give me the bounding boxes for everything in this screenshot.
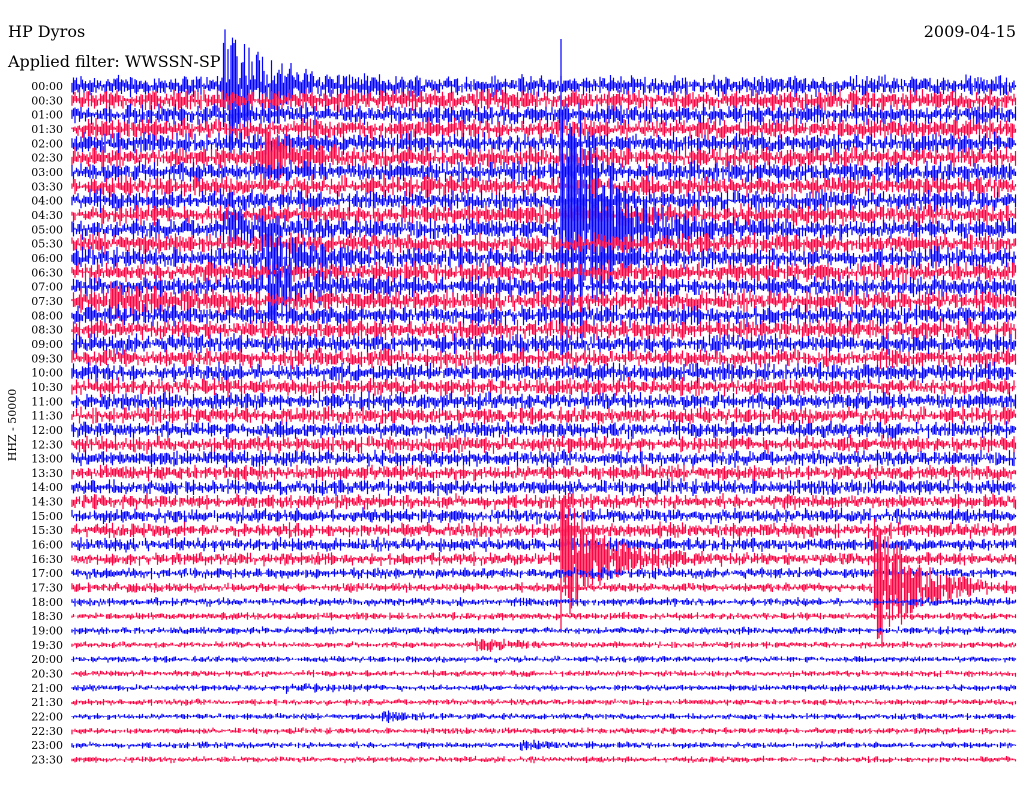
row-time-label: 22:00 [31,711,63,724]
row-time-label: 20:00 [31,653,63,666]
row-time-label: 10:00 [31,367,63,380]
row-time-label: 21:00 [31,682,63,695]
helicorder-plot: 00:00 00:30 01:00 01:30 02:00 02:30 03:00 03:30… [0,0,1024,780]
row-time-label: 01:00 [31,109,63,122]
row-time-label: 13:30 [31,467,63,480]
row-time-label: 19:30 [31,639,63,652]
filter-label: Applied filter: WWSSN-SP [7,52,221,71]
row-time-label: 19:00 [31,625,63,638]
row-time-label: 14:00 [31,481,63,494]
row-time-label: 10:30 [31,381,63,394]
row-time-label: 07:30 [31,295,63,308]
row-time-label: 05:30 [31,238,63,251]
row-time-label: 02:30 [31,152,63,165]
row-time-label: 23:30 [31,754,63,767]
row-time-label: 13:00 [31,453,63,466]
row-time-label: 08:00 [31,309,63,322]
row-time-label: 06:30 [31,266,63,279]
row-time-label: 09:30 [31,352,63,365]
row-time-label: 04:00 [31,195,63,208]
row-time-label: 23:00 [31,739,63,752]
row-time-label: 00:30 [31,94,63,107]
row-time-label: 20:30 [31,668,63,681]
row-time-label: 01:30 [31,123,63,136]
row-time-label: 18:00 [31,596,63,609]
row-time-label: 18:30 [31,610,63,623]
row-time-label: 12:00 [31,424,63,437]
row-time-label: 09:00 [31,338,63,351]
row-time-label: 06:00 [31,252,63,265]
y-axis-label: HHZ - 50000 [6,389,19,462]
station-title: HP Dyros [8,22,85,41]
row-time-label: 16:00 [31,539,63,552]
row-time-label: 21:30 [31,696,63,709]
row-time-label: 02:00 [31,137,63,150]
row-label-layer: 00:0000:30 01:0001:3002:00 02:3003:0003:30… [31,80,63,767]
row-time-label: 15:00 [31,510,63,523]
row-time-label: 08:30 [31,324,63,337]
row-time-label: 17:00 [31,567,63,580]
row-time-label: 16:30 [31,553,63,566]
row-time-label: 05:00 [31,223,63,236]
row-time-label: 00:00 [31,80,63,93]
row-time-label: 15:30 [31,524,63,537]
row-time-label: 14:30 [31,496,63,509]
row-time-label: 07:00 [31,281,63,294]
row-time-label: 12:30 [31,438,63,451]
row-time-label: 04:30 [31,209,63,222]
row-time-label: 22:30 [31,725,63,738]
row-time-label: 03:00 [31,166,63,179]
row-time-label: 17:30 [31,582,63,595]
row-time-label: 11:00 [31,395,63,408]
row-time-label: 03:30 [31,180,63,193]
helicorder-svg: 00:0000:30 01:0001:3002:00 02:3003:0003:30… [0,0,1024,780]
date-label: 2009-04-15 [924,22,1016,41]
row-time-label: 11:30 [31,410,63,423]
